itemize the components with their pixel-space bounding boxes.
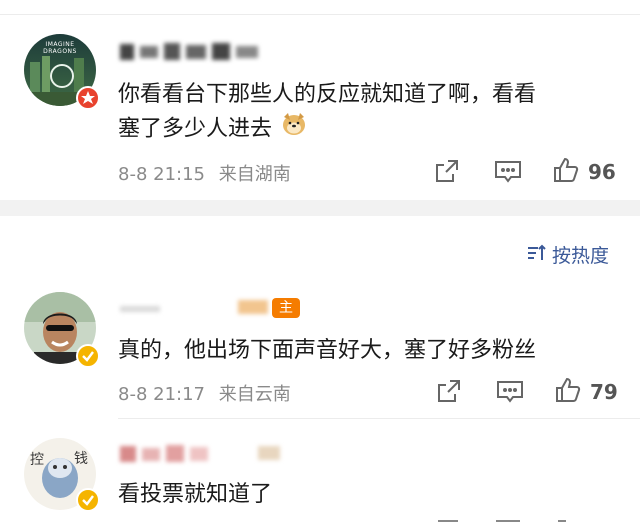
svg-text:控: 控	[30, 452, 44, 468]
share-icon[interactable]	[434, 158, 460, 188]
username-blurred[interactable]	[118, 38, 268, 68]
comment-icon[interactable]	[494, 159, 522, 189]
comment-time: 8-8 21:17	[118, 384, 205, 405]
comment-divider	[118, 418, 640, 419]
comment-text-line-2-content: 塞了多少人进去	[118, 116, 273, 142]
verified-badge-icon	[76, 488, 100, 512]
comment-meta: 8-8 21:15 来自湖南	[118, 160, 291, 186]
member-badge-icon	[76, 86, 100, 110]
member-level-badge: 主	[272, 298, 300, 318]
sort-icon	[526, 243, 546, 267]
verified-badge-icon	[76, 344, 100, 368]
section-divider	[0, 200, 640, 216]
like-icon[interactable]	[554, 376, 582, 408]
doge-emoji-icon	[281, 112, 307, 147]
avatar-caption: 钱	[74, 451, 88, 467]
like-icon[interactable]	[552, 156, 580, 188]
comment-location: 来自云南	[218, 384, 291, 405]
comment-location: 来自湖南	[218, 164, 291, 185]
like-count: 79	[590, 380, 618, 404]
comment-text-line-1: 真的，他出场下面声音好大，塞了好多粉丝	[118, 338, 537, 363]
comment-text-line-1: 看投票就知道了	[118, 482, 273, 507]
comment-icon[interactable]	[496, 379, 524, 409]
top-divider	[0, 14, 640, 15]
comment-time: 8-8 21:15	[118, 164, 205, 185]
sort-label: 按热度	[552, 245, 610, 267]
sort-by-hot-button[interactable]: 按热度	[526, 241, 609, 268]
username-blurred[interactable]	[118, 440, 288, 470]
share-icon[interactable]	[436, 378, 462, 408]
avatar-caption: IMAGINE DRAGONS	[43, 41, 77, 55]
comment-meta: 8-8 21:17 来自云南	[118, 380, 291, 406]
like-count: 96	[588, 160, 616, 184]
action-row-clipped	[434, 520, 634, 528]
comment-text-line-2: 塞了多少人进去	[118, 112, 307, 147]
comment-text-line-1: 你看看台下那些人的反应就知道了啊，看看	[118, 82, 537, 107]
